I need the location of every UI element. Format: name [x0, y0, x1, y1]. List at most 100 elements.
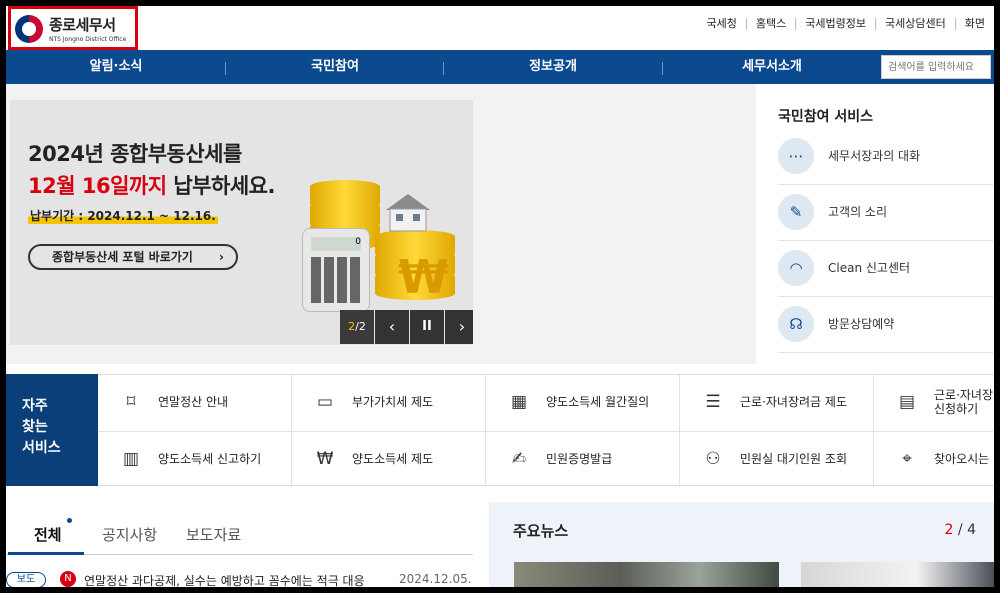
quick-item[interactable]: ▥ 양도소득세 신고하기	[98, 431, 292, 487]
banner-headline-rest: 납부하세요.	[166, 174, 275, 198]
service-label: 세무서장과의 대화	[828, 149, 921, 163]
site-header: 종로세무서 NTS Jongno District Office 국세청 홈택스…	[6, 6, 994, 50]
calculator-display: 0	[311, 237, 361, 251]
quick-label: 민원증명발급	[546, 452, 613, 466]
chevron-right-icon: ›	[219, 250, 224, 264]
quick-item[interactable]: ⚇ 민원실 대기인원 조회	[680, 431, 874, 487]
chevron-right-icon: ›	[458, 317, 466, 336]
main-nav: 알림·소식 국민참여 정보공개 세무서소개	[6, 50, 994, 84]
logo-title: 종로세무서	[49, 16, 116, 34]
page-frame: 종로세무서 NTS Jongno District Office 국세청 홈택스…	[6, 6, 994, 587]
calculator-keys	[311, 257, 361, 303]
service-item-chat[interactable]: ⋯ 세무서장과의 대화	[778, 128, 994, 185]
quick-item[interactable]: ▤ 근로·자녀장 신청하기	[874, 375, 994, 431]
pause-icon: II	[422, 319, 432, 334]
util-link-hometax[interactable]: 홈택스	[745, 18, 795, 30]
news-pager[interactable]: 2 / 4	[945, 522, 976, 538]
chevron-left-icon: ‹	[388, 317, 396, 336]
quick-label: 양도소득세 신고하기	[158, 452, 262, 466]
news-thumbnail[interactable]	[514, 562, 779, 587]
bookmark-icon: ⌑	[126, 392, 136, 412]
pen-icon: ✎	[778, 194, 814, 230]
quick-item[interactable]: ⌑ 연말정산 안내	[98, 375, 292, 431]
news-section: 주요뉴스 2 / 4	[489, 502, 994, 587]
nav-item-notice[interactable]: 알림·소식	[6, 50, 226, 84]
receipt-icon: ☰	[705, 392, 721, 412]
search-input[interactable]	[881, 55, 991, 79]
quick-services-grid: ⌑ 연말정산 안내 ▭ 부가가치세 제도 ▦ 양도소득세 월간질의 ☰ 근로·자…	[98, 374, 994, 487]
category-badge: 보도	[6, 572, 46, 587]
pause-slide-button[interactable]: II	[410, 310, 444, 344]
slide-counter: 2/2	[340, 310, 374, 344]
house-icon	[386, 194, 430, 232]
quick-label: 찾아오시는	[934, 452, 990, 466]
quick-label-line: 신청하기	[934, 402, 979, 416]
prev-slide-button[interactable]: ‹	[375, 310, 409, 344]
service-item-voice[interactable]: ✎ 고객의 소리	[778, 184, 994, 241]
document-icon: ▤	[898, 392, 916, 412]
banner-headline-2: 12월 16일까지 납부하세요.	[28, 170, 275, 200]
new-badge: N	[60, 571, 76, 587]
tab-press[interactable]: 보도자료	[186, 524, 241, 545]
quick-item[interactable]: ▭ 부가가치세 제도	[292, 375, 486, 431]
alarm-icon: ◠	[778, 250, 814, 286]
chat-icon: ⋯	[778, 138, 814, 174]
util-link-law[interactable]: 국세법령정보	[795, 18, 875, 30]
services-title: 국민참여 서비스	[778, 109, 874, 125]
calculator-icon: 0	[302, 228, 370, 312]
banner-portal-label: 종합부동산세 포털 바로가기	[52, 250, 193, 264]
quick-label: 양도소득세 제도	[352, 452, 434, 466]
service-item-clean[interactable]: ◠ Clean 신고센터	[778, 240, 994, 297]
quick-title-line: 찾는	[22, 419, 48, 435]
quick-title-line: 자주	[22, 398, 48, 414]
util-link-screen[interactable]: 화면	[954, 18, 994, 30]
coin-hand-icon: ₩	[316, 449, 334, 469]
site-logo[interactable]: 종로세무서 NTS Jongno District Office	[8, 6, 138, 50]
quick-label: 부가가치세 제도	[352, 395, 434, 409]
quick-services-heading: 자주 찾는 서비스	[6, 374, 98, 486]
news-title: 주요뉴스	[513, 522, 569, 540]
tab-all[interactable]: 전체	[34, 524, 62, 545]
notice-title: 연말정산 과다공제, 실수는 예방하고 꼼수에는 적극 대응	[84, 574, 365, 587]
people-icon: ⚇	[705, 449, 721, 469]
service-item-visit[interactable]: ☊ 방문상담예약	[778, 296, 994, 353]
form-icon: ▥	[122, 449, 140, 469]
banner-due-date: 12월 16일까지	[28, 174, 167, 198]
tab-announcements[interactable]: 공지사항	[102, 524, 157, 545]
headset-icon: ☊	[778, 306, 814, 342]
logo-subtitle: NTS Jongno District Office	[49, 36, 127, 43]
quick-label: 근로·자녀장려금 제도	[740, 395, 847, 409]
banner-period: 납부기간 : 2024.12.1 ~ 12.16.	[28, 207, 218, 224]
news-page-total: 4	[967, 522, 976, 538]
service-label: 고객의 소리	[828, 205, 888, 219]
news-page-sep: /	[953, 522, 968, 538]
banner-headline-1: 2024년 종합부동산세를	[28, 142, 242, 166]
quick-label: 연말정산 안내	[158, 395, 229, 409]
nav-item-about[interactable]: 세무서소개	[663, 50, 881, 84]
util-link-counsel[interactable]: 국세상담센터	[875, 18, 955, 30]
quick-item[interactable]: ⌖ 찾아오시는	[874, 431, 994, 487]
notice-date: 2024.12.05.	[399, 572, 472, 586]
nav-item-participation[interactable]: 국민참여	[226, 50, 444, 84]
main-banner[interactable]: 2024년 종합부동산세를 12월 16일까지 납부하세요. 납부기간 : 20…	[10, 100, 473, 345]
nav-item-disclosure[interactable]: 정보공개	[444, 50, 662, 84]
payment-icon: ▭	[316, 392, 334, 412]
util-link-nts[interactable]: 국세청	[698, 18, 746, 30]
quick-item[interactable]: ▦ 양도소득세 월간질의	[486, 375, 680, 431]
quick-item[interactable]: ✍ 민원증명발급	[486, 431, 680, 487]
quick-item[interactable]: ☰ 근로·자녀장려금 제도	[680, 375, 874, 431]
location-icon: ⌖	[902, 449, 912, 469]
quick-label: 양도소득세 월간질의	[546, 395, 650, 409]
banner-portal-button[interactable]: 종합부동산세 포털 바로가기 ›	[28, 244, 238, 270]
service-label: 방문상담예약	[828, 317, 895, 331]
quick-item[interactable]: ₩ 양도소득세 제도	[292, 431, 486, 487]
service-label: Clean 신고센터	[828, 261, 911, 275]
news-thumbnail[interactable]	[801, 562, 994, 587]
slide-total: /2	[355, 320, 366, 333]
utility-links: 국세청 홈택스 국세법령정보 국세상담센터 화면	[698, 18, 994, 30]
notice-row[interactable]: 보도 N 연말정산 과다공제, 실수는 예방하고 꼼수에는 적극 대응 2024…	[6, 570, 473, 587]
quick-label-line: 근로·자녀장	[934, 388, 994, 402]
next-slide-button[interactable]: ›	[445, 310, 473, 344]
calculator-icon: ▦	[510, 392, 528, 412]
quick-label: 근로·자녀장 신청하기	[934, 388, 993, 416]
